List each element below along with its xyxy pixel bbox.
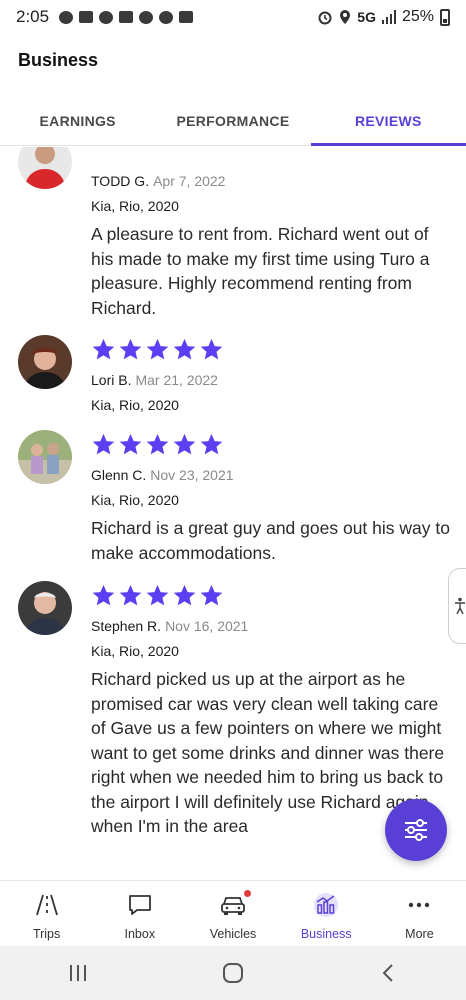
star-rating — [91, 432, 224, 457]
star-icon — [199, 147, 224, 148]
car-icon — [219, 890, 251, 919]
star-icon — [92, 584, 115, 606]
tab-earnings[interactable]: EARNINGS — [0, 96, 155, 145]
notification-badge — [244, 890, 251, 897]
app-notification-icon — [99, 10, 114, 24]
status-bar: 2:05 5G 25% — [0, 0, 466, 34]
review-date: Nov 23, 2021 — [150, 467, 234, 483]
accessibility-icon — [454, 597, 465, 615]
accessibility-side-tab[interactable] — [448, 568, 466, 644]
review-date: Apr 7, 2022 — [153, 173, 226, 189]
review-text: A pleasure to rent from. Richard went ou… — [91, 224, 430, 318]
reviewer-avatar — [18, 430, 72, 484]
nav-item-vehicles[interactable]: Vehicles — [186, 881, 279, 946]
image-notification-icon — [179, 11, 194, 23]
cloud-notification-icon — [159, 10, 174, 24]
star-icon — [146, 584, 169, 606]
star-icon — [145, 147, 170, 148]
network-label: 5G — [357, 9, 376, 25]
star-icon — [173, 338, 196, 360]
review-car: Kia, Rio, 2020 — [91, 397, 179, 413]
status-right: 5G 25% — [317, 8, 450, 26]
location-icon — [340, 10, 351, 24]
road-icon — [34, 891, 60, 919]
reviewer-name: Lori B. — [91, 372, 132, 388]
reviewer-avatar — [18, 147, 72, 189]
nav-item-more[interactable]: More — [373, 881, 466, 946]
star-icon — [119, 433, 142, 455]
reviewer-line: Glenn C. Nov 23, 2021 — [91, 467, 234, 483]
star-icon — [146, 338, 169, 360]
nav-item-business[interactable]: Business — [280, 881, 373, 946]
star-icon — [146, 433, 169, 455]
reviewer-line: Lori B. Mar 21, 2022 — [91, 372, 218, 388]
star-icon — [173, 433, 196, 455]
star-icon — [173, 584, 196, 606]
home-icon — [222, 963, 243, 983]
mail-notification-icon — [79, 11, 94, 23]
star-icon — [200, 338, 223, 360]
app-notification-icon — [139, 10, 154, 24]
page-title: Business — [18, 50, 99, 70]
filter-button[interactable] — [385, 799, 447, 861]
nav-label: Business — [300, 927, 352, 941]
review-car: Kia, Rio, 2020 — [91, 492, 179, 508]
recent-apps-icon — [69, 965, 86, 981]
star-icon — [91, 147, 116, 148]
bottom-nav: Trips Inbox Vehicles Business More — [0, 880, 466, 946]
reviewer-name: TODD G. — [91, 173, 150, 189]
nav-item-inbox[interactable]: Inbox — [93, 881, 186, 946]
filter-sliders-icon — [405, 819, 427, 841]
battery-percent: 25% — [401, 8, 434, 25]
star-rating — [91, 147, 224, 148]
status-left: 2:05 — [16, 7, 194, 27]
reviews-list[interactable]: TODD G. Apr 7, 2022 Kia, Rio, 2020 A plea… — [0, 147, 466, 880]
star-icon — [92, 433, 115, 455]
more-dots-icon — [406, 891, 432, 919]
reviewer-line: TODD G. Apr 7, 2022 — [91, 173, 225, 189]
back-button[interactable] — [358, 953, 418, 993]
home-button[interactable] — [203, 953, 263, 993]
reviewer-name: Glenn C. — [91, 467, 147, 483]
tab-reviews[interactable]: REVIEWS — [310, 96, 466, 146]
reviewer-avatar — [18, 581, 72, 635]
star-icon — [119, 338, 142, 360]
star-rating — [91, 337, 224, 362]
status-time: 2:05 — [16, 7, 50, 26]
chat-icon — [127, 891, 153, 919]
star-rating — [91, 583, 224, 608]
review-text: Richard is a great guy and goes out his … — [91, 518, 450, 563]
review-date: Nov 16, 2021 — [165, 618, 249, 634]
system-nav-bar — [0, 946, 466, 1000]
signal-icon — [381, 10, 396, 24]
tab-performance[interactable]: PERFORMANCE — [155, 96, 310, 145]
review-car: Kia, Rio, 2020 — [91, 643, 179, 659]
battery-icon — [440, 8, 450, 26]
star-icon — [200, 433, 223, 455]
nav-label: Vehicles — [209, 927, 257, 941]
chart-icon — [311, 891, 341, 919]
alarm-icon — [318, 11, 332, 25]
app-notification-icon — [119, 11, 134, 23]
star-icon — [119, 584, 142, 606]
reviewer-line: Stephen R. Nov 16, 2021 — [91, 618, 248, 634]
review-car: Kia, Rio, 2020 — [91, 198, 179, 214]
star-icon — [92, 338, 115, 360]
nav-item-trips[interactable]: Trips — [0, 881, 93, 946]
nav-label: Inbox — [124, 927, 156, 941]
message-notification-icon — [59, 10, 74, 24]
reviewer-avatar — [18, 335, 72, 389]
recent-apps-button[interactable] — [48, 953, 108, 993]
reviewer-name: Stephen R. — [91, 618, 162, 634]
nav-label: More — [405, 927, 434, 941]
back-chevron-icon — [382, 964, 394, 982]
star-icon — [118, 147, 143, 148]
review-date: Mar 21, 2022 — [135, 372, 218, 388]
star-icon — [200, 584, 223, 606]
star-icon — [172, 147, 197, 148]
tab-bar: EARNINGS PERFORMANCE REVIEWS — [0, 96, 466, 146]
nav-label: Trips — [32, 927, 61, 941]
